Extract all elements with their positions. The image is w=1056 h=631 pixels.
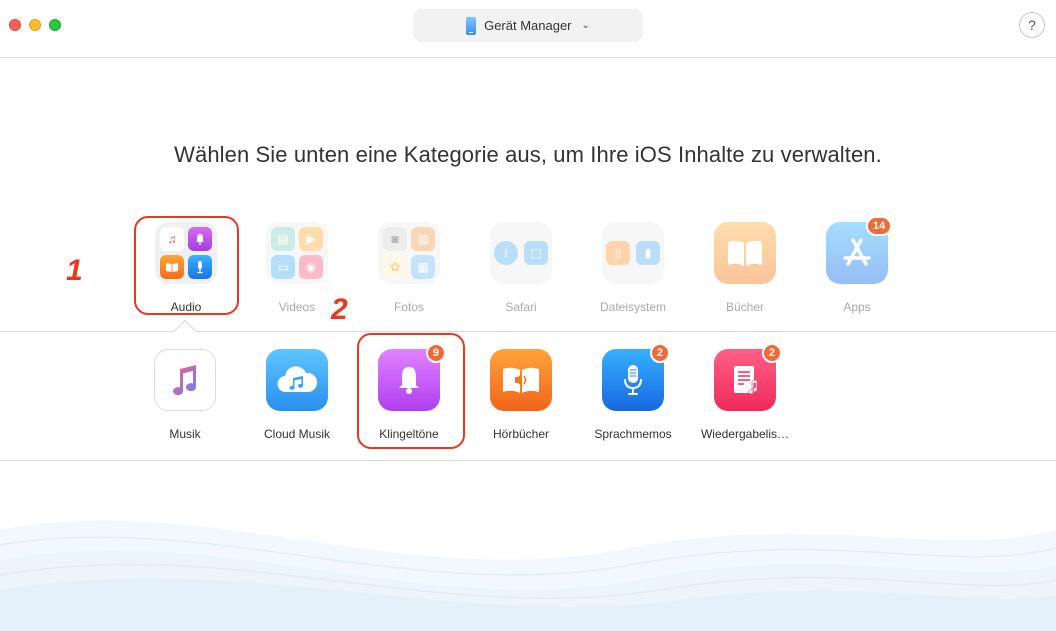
clapper-icon: ▤ (271, 227, 295, 251)
category-label: Apps (843, 300, 871, 314)
audio-item-hoerbuecher[interactable]: Hörbücher (490, 349, 552, 441)
photo-stream-icon: ▨ (411, 227, 435, 251)
voice-memo-count-badge: 2 (649, 343, 670, 363)
category-label: Fotos (393, 300, 424, 314)
audio-item-musik[interactable]: Musik (154, 349, 216, 441)
category-buecher[interactable]: Bücher (714, 222, 776, 314)
chevron-down-icon: ⌄ (581, 20, 590, 31)
title-bar: Gerät Manager ⌄ ? (0, 0, 1056, 58)
sub-panel-divider (0, 460, 1056, 461)
category-dateisystem[interactable]: ▯ ▮ Dateisystem (600, 222, 666, 314)
compass-icon: i (494, 241, 518, 265)
filesystem-category-icon: ▯ ▮ (602, 222, 664, 284)
background-waves (0, 520, 1056, 631)
close-window-button[interactable] (9, 19, 21, 31)
film-icon: ◉ (299, 255, 323, 279)
step-number-1: 1 (66, 254, 83, 287)
category-label: Safari (505, 300, 537, 314)
photos-category-icon: ◙ ▨ ✿ ▦ (378, 222, 440, 284)
category-apps[interactable]: 14 Apps (826, 216, 893, 314)
help-label: ? (1028, 17, 1036, 33)
minimize-window-button[interactable] (29, 19, 41, 31)
audio-item-cloud-musik[interactable]: Cloud Musik (264, 349, 330, 441)
category-videos[interactable]: ▤ ▶ ▭ ◉ Videos (266, 222, 328, 314)
phone-icon (466, 16, 477, 35)
audio-item-label: Musik (169, 427, 201, 441)
ringtone-highlight-box (357, 333, 465, 449)
device-storage-icon: ▯ (606, 241, 630, 265)
audio-item-label: Cloud Musik (263, 427, 331, 441)
album-icon: ▦ (411, 255, 435, 279)
help-button[interactable]: ? (1019, 12, 1045, 38)
category-divider (0, 331, 1056, 332)
device-selector-label: Gerät Manager (484, 18, 572, 33)
apps-count-badge: 14 (866, 216, 893, 236)
audio-item-label: Wiedergabelis… (700, 427, 790, 441)
selection-pointer (173, 319, 197, 343)
category-safari[interactable]: i ▢ Safari (490, 222, 552, 314)
category-fotos[interactable]: ◙ ▨ ✿ ▦ Fotos (378, 222, 440, 314)
step-number-2: 2 (331, 293, 348, 326)
tv-icon: ▭ (271, 255, 295, 279)
camera-icon: ▶ (299, 227, 323, 251)
device-selector-dropdown[interactable]: Gerät Manager ⌄ (413, 9, 643, 42)
audio-item-label: Sprachmemos (594, 427, 672, 441)
audio-item-wiedergabelisten[interactable]: 2 Wiedergabelis… (701, 343, 789, 441)
safari-category-icon: i ▢ (490, 222, 552, 284)
page-headline: Wählen Sie unten eine Kategorie aus, um … (174, 142, 882, 167)
book-icon (714, 222, 776, 284)
usb-drive-icon: ▮ (636, 241, 660, 265)
music-icon (154, 349, 216, 411)
playlist-count-badge: 2 (761, 343, 782, 363)
videos-category-icon: ▤ ▶ ▭ ◉ (266, 222, 328, 284)
category-label: Dateisystem (599, 300, 667, 314)
bookmark-icon: ▢ (524, 241, 548, 265)
flower-icon: ✿ (383, 255, 407, 279)
audio-item-sprachmemos[interactable]: 2 Sprachmemos (594, 343, 672, 441)
maximize-window-button[interactable] (49, 19, 61, 31)
category-label: Bücher (725, 300, 765, 314)
audiobook-icon (490, 349, 552, 411)
audio-item-label: Hörbücher (492, 427, 550, 441)
cloud-music-icon (266, 349, 328, 411)
camera-roll-icon: ◙ (383, 227, 407, 251)
audio-highlight-box (134, 216, 239, 315)
